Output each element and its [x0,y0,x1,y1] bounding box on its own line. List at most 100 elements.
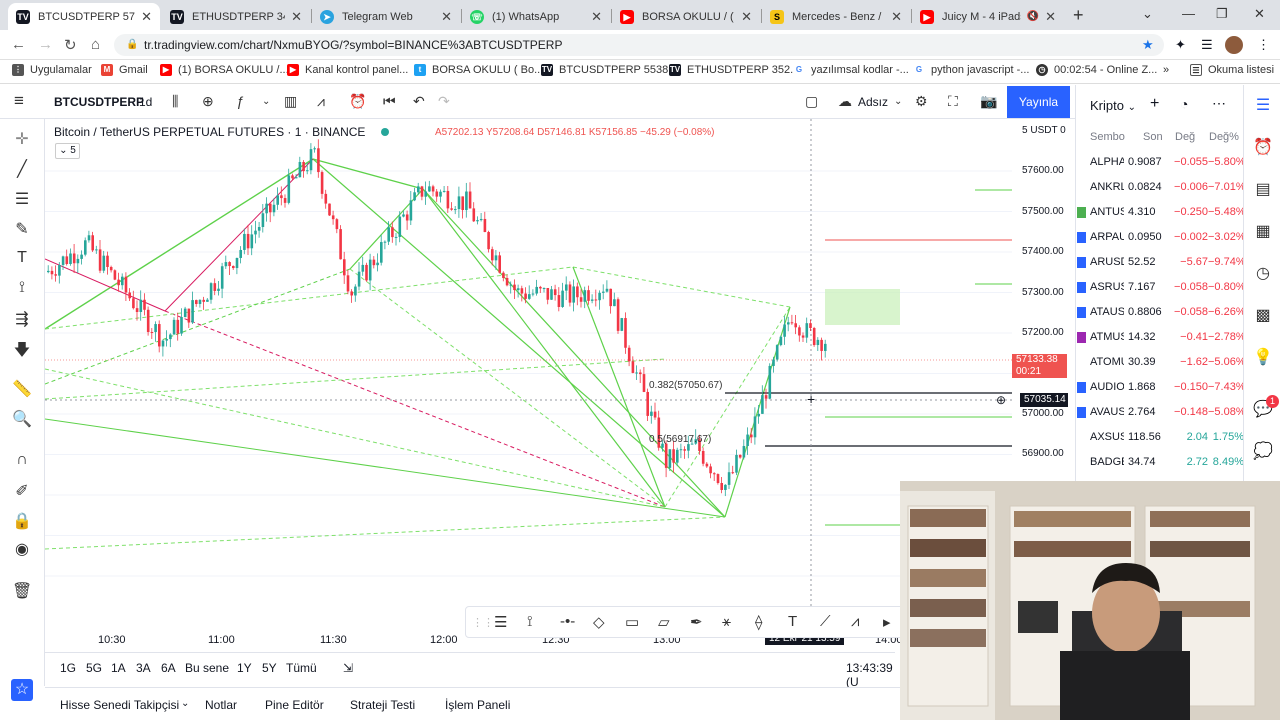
forecast-icon[interactable]: ⇶ [12,309,32,329]
network-icon[interactable]: ⚹ [722,613,731,630]
symbol-search[interactable]: BTCUSDTPERP [54,95,144,109]
column-header[interactable]: Değ% [1209,131,1239,143]
crosshair-icon[interactable]: ✛ [12,129,32,149]
add-alert-icon[interactable]: ⊕ [996,393,1006,407]
watchlist-row[interactable]: ARUSD 52.52 −5.67−9.74% [1076,250,1246,275]
undo-icon[interactable]: ↶ [413,93,425,110]
bookmark-item[interactable]: Gpython javascript -... [913,64,1029,76]
calendar-icon[interactable]: ◷ [1253,263,1273,283]
alerts-icon[interactable]: ⏰ [1253,137,1273,157]
indicators-icon[interactable]: ƒ [236,93,244,109]
browser-tab-youtube-juicy[interactable]: ▶ Juicy M - 4 iPads 🔇 ✕ [912,3,1064,30]
close-icon[interactable]: ✕ [441,9,452,25]
watchlist-title[interactable]: Kripto ⌄ [1090,98,1136,113]
cloud-icon[interactable]: ☁ [838,93,852,110]
bookmark-item[interactable]: TV ETHUSDTPERP 352... [669,64,799,76]
watchlist-row[interactable]: ARPAU 0.0950 −0.002 −3.02% [1076,225,1246,250]
flag-icon[interactable] [1077,207,1086,218]
bookmark-item[interactable]: ▶ Kanal kontrol panel... [287,64,408,76]
range-button[interactable]: 1Y [237,661,252,675]
reading-list[interactable]: ☰ Okuma listesi [1190,64,1274,76]
range-button[interactable]: 5Y [262,661,277,675]
bar-style-icon[interactable]: ⫼ [172,93,178,110]
text-icon[interactable]: T [12,249,32,267]
flag-icon[interactable] [1077,232,1086,243]
layout-name[interactable]: Adsız [858,95,888,109]
watchlist-row[interactable]: ANKRL 0.0824 −0.006 −7.01% [1076,175,1246,200]
tab-pine-editor[interactable]: Pine Editör [265,698,324,712]
tab-strategy-tester[interactable]: Strateji Testi [350,698,415,712]
bookmark-item[interactable]: Gyazılımsal kodlar -... [793,64,909,76]
currency-label[interactable]: 5 USDT 0 [1022,125,1066,136]
camera-icon[interactable]: 📷 [980,93,997,110]
pattern-icon[interactable]: ⟟ [527,613,533,630]
trend-line-icon[interactable]: ⟋ [820,613,831,630]
browser-tab-tradingview-eth[interactable]: TV ETHUSDTPERP 3443.4 ✕ [162,3,310,30]
bookmark-item[interactable]: ⋮ Uygulamalar [12,64,92,76]
minimize-icon[interactable]: — [1182,6,1195,21]
magnet-icon[interactable]: ∩ [12,451,32,469]
range-button[interactable]: Bu sene [185,661,229,675]
drag-handle-icon[interactable]: ⋮⋮ [472,616,494,629]
watchlist-row[interactable]: ALPHA 0.9087 −0.055 −5.80% [1076,150,1246,175]
settings-gear-icon[interactable]: ⚙ [915,93,928,110]
flag-icon[interactable] [1077,307,1086,318]
browser-tab-whatsapp[interactable]: ☏ (1) WhatsApp ✕ [462,3,610,30]
watchlist-row[interactable]: ATAUS 0.8806 −0.058 −6.26% [1076,300,1246,325]
media-icon[interactable]: ☰ [1201,37,1213,53]
watchlist-row[interactable]: AUDIO 1.868 −0.150 −7.43% [1076,375,1246,400]
arrow-down-icon[interactable]: 🡇 [12,339,32,366]
bookmark-item[interactable]: TV BTCUSDTPERP 5538... [541,64,677,76]
watchlist-row[interactable]: BADGE 34.74 2.72 8.49% [1076,450,1244,475]
close-icon[interactable]: ✕ [891,9,902,25]
ruler-icon[interactable]: 📏 [12,379,32,399]
text-icon[interactable]: T [788,613,797,630]
data-window-icon[interactable]: ▤ [1253,179,1273,199]
tab-notes[interactable]: Notlar [205,698,237,712]
interval-selector[interactable]: 1d [139,95,152,109]
watchlist-row[interactable]: ANTUS 4.310 −0.250 −5.48% [1076,200,1246,225]
range-button[interactable]: 6A [161,661,176,675]
replay-icon[interactable]: ⏮ [383,93,396,110]
tab-search-icon[interactable]: ⌄ [1142,6,1153,22]
range-button[interactable]: Tümü [286,661,317,675]
browser-tab-telegram[interactable]: ➤ Telegram Web ✕ [312,3,460,30]
pen-icon[interactable]: ✒ [690,613,703,631]
watchlist-row[interactable]: ATMUS 14.32 −0.41 −2.78% [1076,325,1246,350]
hotlists-icon[interactable]: ▦ [1253,221,1273,241]
close-icon[interactable]: ✕ [141,9,152,25]
range-button[interactable]: 5G [86,661,102,675]
trend-line-icon[interactable]: ╱ [12,159,32,179]
news-icon[interactable]: ▩ [1253,305,1273,325]
chevron-down-icon[interactable]: ⌄ [181,698,189,709]
bookmark-item[interactable]: t BORSA OKULU ( Bo... [414,64,543,76]
watchlist-row[interactable]: AVAUS 2.764 −0.148 −5.08% [1076,400,1246,425]
financials-icon[interactable]: ▥ [284,93,297,110]
close-window-icon[interactable]: ✕ [1254,6,1265,22]
path-icon[interactable]: ⟠ [755,613,762,631]
watchlist-row[interactable]: ASRUS 7.167 −0.058−0.80% [1076,275,1246,300]
bookmark-star-icon[interactable]: ★ [1142,37,1154,53]
flag-icon[interactable] [1077,407,1086,418]
bookmark-item[interactable]: M Gmail [101,64,148,76]
tab-stock-screener[interactable]: Hisse Senedi Takipçisi [60,698,179,712]
close-icon[interactable]: ✕ [1045,9,1056,25]
more-options-icon[interactable]: ⋯ [1212,95,1226,112]
advanced-view-icon[interactable]: ◔ [1180,96,1188,112]
pattern-icon[interactable]: ⟟ [12,279,32,297]
callout-icon[interactable]: ▱ [658,613,670,631]
eye-icon[interactable]: ◉ [12,539,32,559]
watchlist-row[interactable]: AXSUS 118.56 2.04 1.75% [1076,425,1244,450]
range-button[interactable]: 1G [60,661,76,675]
browser-tab-youtube-borsa[interactable]: ▶ BORSA OKULU / ( Pro ✕ [612,3,760,30]
watchlist-icon[interactable]: ☰ [1253,95,1273,115]
elliott-wave-icon[interactable]: ⩘ [851,613,859,630]
extensions-icon[interactable]: ✦ [1175,37,1186,53]
trash-icon[interactable]: 🗑 [12,581,32,601]
lock-drawing-icon[interactable]: ✐ [12,481,32,501]
publish-button[interactable]: Yayınla [1007,86,1070,118]
avatar[interactable] [1225,36,1243,54]
flag-icon[interactable] [1077,382,1086,393]
templates-icon[interactable]: ⩘ [317,93,325,110]
indicator-collapse-button[interactable]: ⌄ 5 [55,143,80,159]
